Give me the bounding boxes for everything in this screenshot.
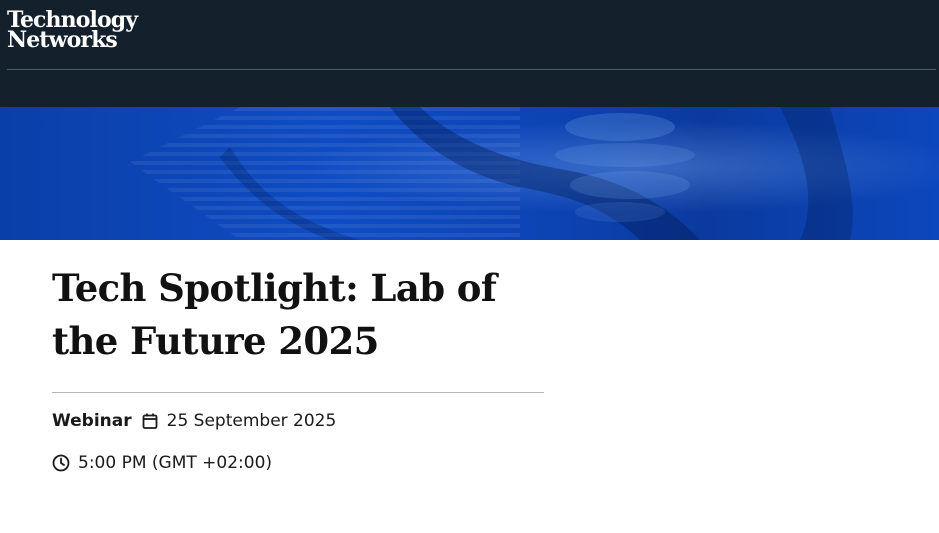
event-type-date-row: Webinar 25 September 2025 — [52, 409, 544, 433]
event-date: 25 September 2025 — [166, 411, 337, 431]
event-title: Tech Spotlight: Lab of the Future 2025 — [52, 266, 497, 363]
clock-icon — [52, 454, 70, 472]
event-type-label: Webinar — [52, 411, 132, 431]
logo-line-2: Networks — [7, 27, 118, 53]
site-header: Technology Networks — [0, 0, 939, 107]
event-time: 5:00 PM (GMT +02:00) — [78, 453, 273, 473]
event-details: Tech Spotlight: Lab of the Future 2025 W… — [52, 262, 544, 475]
hero-banner-image — [0, 107, 939, 240]
banner-artwork — [0, 107, 939, 240]
event-time-row: 5:00 PM (GMT +02:00) — [52, 451, 544, 475]
header-divider — [7, 69, 936, 70]
site-logo[interactable]: Technology Networks — [7, 9, 138, 53]
title-divider — [52, 392, 544, 393]
calendar-icon — [141, 412, 159, 430]
